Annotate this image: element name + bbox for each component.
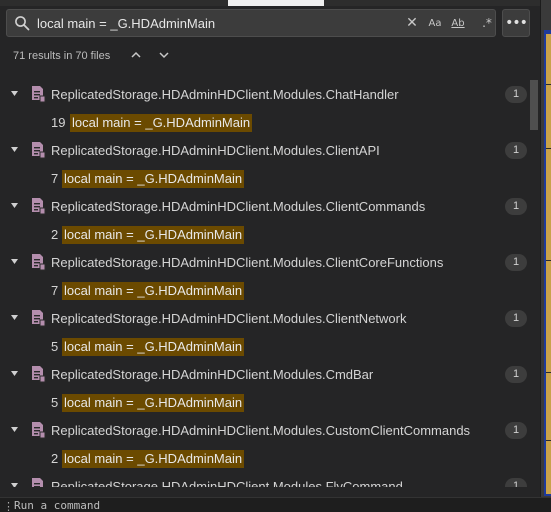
regex-toggle[interactable]: .*: [479, 14, 495, 32]
results-summary: 71 results in 70 files: [13, 50, 111, 62]
viewport-image: [546, 34, 551, 494]
script-file-icon: [32, 366, 46, 383]
result-file-row[interactable]: ReplicatedStorage.HDAdminHDClient.Module…: [0, 80, 528, 108]
top-tab-chip: [228, 0, 324, 6]
match-count-badge: 1: [505, 366, 527, 383]
result-file-row[interactable]: ReplicatedStorage.HDAdminHDClient.Module…: [0, 472, 528, 487]
script-file-icon: [32, 478, 43, 487]
script-file-icon: [32, 142, 46, 159]
result-file-name: ReplicatedStorage.HDAdminHDClient.Module…: [51, 87, 399, 102]
result-file-name: ReplicatedStorage.HDAdminHDClient.Module…: [51, 479, 403, 487]
match-line-number: 7: [51, 283, 59, 298]
result-file-row[interactable]: ReplicatedStorage.HDAdminHDClient.Module…: [0, 416, 528, 444]
previous-match-button[interactable]: [128, 47, 144, 63]
result-match-row[interactable]: 2 local main = _G.HDAdminMain: [0, 220, 528, 248]
result-file-name: ReplicatedStorage.HDAdminHDClient.Module…: [51, 255, 444, 270]
match-text: local main = _G.HDAdminMain: [62, 226, 245, 244]
result-match-row[interactable]: 19 local main = _G.HDAdminMain: [0, 108, 528, 136]
match-count-badge: 1: [505, 142, 527, 159]
clear-search-button[interactable]: ✕: [404, 14, 420, 32]
result-file-name: ReplicatedStorage.HDAdminHDClient.Module…: [51, 311, 407, 326]
script-file-icon: [32, 86, 46, 103]
match-text: local main = _G.HDAdminMain: [62, 170, 245, 188]
result-file-row[interactable]: ReplicatedStorage.HDAdminHDClient.Module…: [0, 360, 528, 388]
result-file-name: ReplicatedStorage.HDAdminHDClient.Module…: [51, 199, 426, 214]
script-file-icon: [32, 254, 46, 271]
result-match-row[interactable]: 7 local main = _G.HDAdminMain: [0, 276, 528, 304]
chevron-down-icon[interactable]: [10, 425, 19, 434]
search-input[interactable]: [37, 14, 397, 32]
viewport-divider: [546, 372, 551, 373]
chevron-down-icon[interactable]: [10, 201, 19, 210]
results-scrollbar[interactable]: [528, 80, 540, 487]
match-text: local main = _G.HDAdminMain: [62, 282, 245, 300]
match-case-toggle[interactable]: Aa: [425, 14, 445, 32]
match-line-number: 5: [51, 395, 59, 410]
match-count-badge: 1: [505, 86, 527, 103]
command-input[interactable]: [14, 499, 534, 512]
result-file-row[interactable]: ReplicatedStorage.HDAdminHDClient.Module…: [0, 248, 528, 276]
script-file-icon: [32, 310, 46, 327]
chevron-down-icon[interactable]: [10, 257, 19, 266]
result-file-name: ReplicatedStorage.HDAdminHDClient.Module…: [51, 143, 380, 158]
results-scroll-thumb[interactable]: [530, 80, 538, 130]
result-match-row[interactable]: 5 local main = _G.HDAdminMain: [0, 388, 528, 416]
match-count-badge: 1: [505, 310, 527, 327]
viewport-preview: [540, 0, 551, 497]
chevron-down-icon[interactable]: [10, 369, 19, 378]
script-file-icon: [32, 198, 46, 215]
chevron-down-icon[interactable]: [10, 145, 19, 154]
more-options-button[interactable]: •••: [502, 9, 530, 37]
result-file-name: ReplicatedStorage.HDAdminHDClient.Module…: [51, 423, 471, 438]
whole-word-toggle[interactable]: Ab: [448, 14, 468, 32]
script-file-icon: [32, 422, 46, 439]
search-box: ✕ Aa Ab .*: [6, 9, 496, 37]
result-file-name: ReplicatedStorage.HDAdminHDClient.Module…: [51, 367, 374, 382]
viewport-divider: [546, 260, 551, 261]
match-line-number: 5: [51, 339, 59, 354]
result-match-row[interactable]: 2 local main = _G.HDAdminMain: [0, 444, 528, 472]
match-line-number: 2: [51, 451, 59, 466]
match-line-number: 19: [51, 115, 66, 130]
search-results-tree: ReplicatedStorage.HDAdminHDClient.Module…: [0, 80, 528, 487]
search-icon: [15, 16, 30, 31]
match-count-badge: 1: [505, 198, 527, 215]
chevron-down-icon[interactable]: [10, 89, 19, 98]
command-bar: ⋮: [0, 497, 551, 512]
result-match-row[interactable]: 5 local main = _G.HDAdminMain: [0, 332, 528, 360]
chevron-down-icon[interactable]: [10, 481, 19, 487]
match-text: local main = _G.HDAdminMain: [62, 450, 245, 468]
result-match-row[interactable]: 7 local main = _G.HDAdminMain: [0, 164, 528, 192]
next-match-button[interactable]: [156, 47, 172, 63]
match-text: local main = _G.HDAdminMain: [62, 394, 245, 412]
match-count-badge: 1: [505, 254, 527, 271]
match-line-number: 7: [51, 171, 59, 186]
viewport-divider: [546, 84, 551, 85]
viewport-divider: [546, 440, 551, 441]
match-count-badge: 1: [505, 478, 527, 487]
viewport-divider: [546, 148, 551, 149]
match-text: local main = _G.HDAdminMain: [62, 338, 245, 356]
result-file-row[interactable]: ReplicatedStorage.HDAdminHDClient.Module…: [0, 136, 528, 164]
chevron-down-icon[interactable]: [10, 313, 19, 322]
command-menu-icon[interactable]: ⋮: [3, 500, 14, 512]
result-file-row[interactable]: ReplicatedStorage.HDAdminHDClient.Module…: [0, 192, 528, 220]
match-count-badge: 1: [505, 422, 527, 439]
result-file-row[interactable]: ReplicatedStorage.HDAdminHDClient.Module…: [0, 304, 528, 332]
top-strip: [0, 0, 540, 6]
match-text: local main = _G.HDAdminMain: [70, 114, 253, 132]
match-line-number: 2: [51, 227, 59, 242]
